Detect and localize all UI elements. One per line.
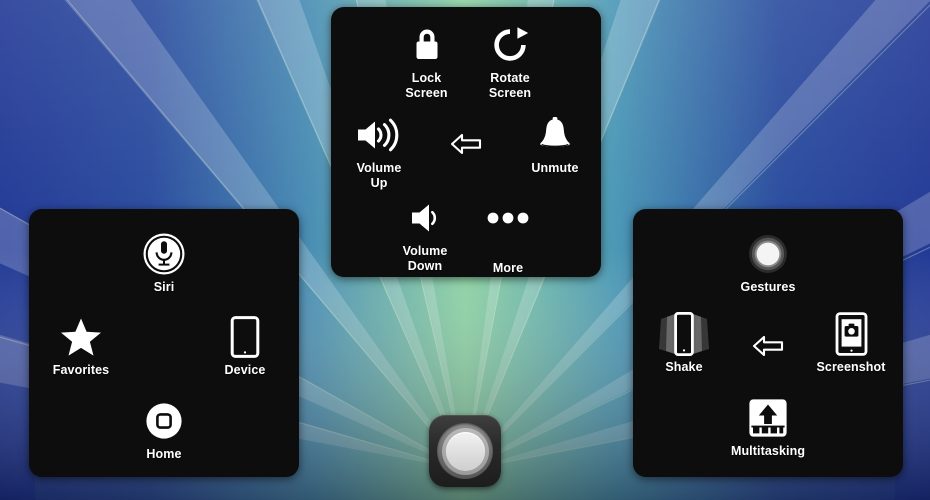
menu-item-label: Unmute: [531, 161, 579, 175]
menu-item-gestures[interactable]: Gestures: [729, 231, 807, 295]
menu-item-label: Device: [224, 363, 266, 377]
home-button-inner-ring: [441, 427, 489, 475]
bell-icon: [516, 112, 594, 158]
menu-item-label: Home: [146, 447, 182, 461]
volume-up-icon: [340, 112, 418, 158]
lock-icon: [389, 22, 464, 68]
screenshot-camera-icon: [810, 311, 892, 357]
device-controls-panel: Lock Screen Rotate Screen Volume Up Unmu…: [331, 7, 601, 277]
menu-item-label: Screenshot: [816, 360, 886, 374]
star-icon: [42, 314, 120, 360]
microphone-circle-icon: [125, 231, 203, 277]
menu-item-label: Siri: [153, 280, 175, 294]
menu-item-rotate-screen[interactable]: Rotate Screen: [471, 22, 549, 100]
home-button-outer-ring: [437, 423, 493, 479]
menu-item-multitasking[interactable]: Multitasking: [721, 395, 815, 459]
screen: Lock Screen Rotate Screen Volume Up Unmu…: [0, 0, 930, 500]
gestures-circle-icon: [729, 231, 807, 277]
menu-item-screenshot[interactable]: Screenshot: [810, 311, 892, 375]
volume-down-icon: [386, 195, 464, 241]
menu-item-favorites[interactable]: Favorites: [42, 314, 120, 378]
menu-item-label: Volume Up: [356, 161, 402, 190]
menu-item-siri[interactable]: Siri: [125, 231, 203, 295]
menu-item-volume-down[interactable]: Volume Down: [386, 195, 464, 273]
gestures-panel: Gestures Shake Screenshot Multitasking: [633, 209, 903, 477]
menu-item-label: Multitasking: [730, 444, 806, 458]
menu-item-label: Gestures: [740, 280, 796, 294]
menu-item-label: Volume Down: [402, 244, 448, 273]
assistive-touch-menu-panel: Siri Favorites Device Home: [29, 209, 299, 477]
tablet-icon: [206, 314, 284, 360]
menu-item-volume-up[interactable]: Volume Up: [340, 112, 418, 190]
menu-item-label: Favorites: [52, 363, 110, 377]
menu-item-device[interactable]: Device: [206, 314, 284, 378]
menu-item-unmute[interactable]: Unmute: [516, 112, 594, 176]
rotate-icon: [471, 22, 549, 68]
shake-device-icon: [645, 311, 723, 357]
assistive-touch-home-button[interactable]: [429, 415, 501, 487]
menu-item-home[interactable]: Home: [125, 398, 203, 462]
multitasking-icon: [721, 395, 815, 441]
home-button-core: [445, 431, 485, 471]
menu-item-label: Shake: [665, 360, 703, 374]
home-circle-icon: [125, 398, 203, 444]
menu-item-shake[interactable]: Shake: [645, 311, 723, 375]
menu-item-label: Rotate Screen: [488, 71, 532, 100]
back-arrow-icon[interactable]: [449, 132, 483, 166]
menu-item-more[interactable]: More: [469, 195, 547, 276]
menu-item-lock-screen[interactable]: Lock Screen: [389, 22, 464, 100]
menu-item-label: Lock Screen: [405, 71, 448, 100]
ellipsis-icon: [469, 195, 547, 241]
menu-item-label: More: [492, 261, 524, 275]
back-arrow-icon[interactable]: [751, 334, 785, 368]
